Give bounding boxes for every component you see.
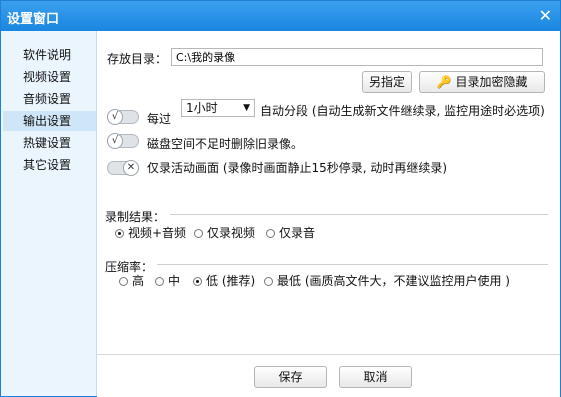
window-title: 设置窗口 (7, 12, 60, 27)
active-only-toggle[interactable]: ✕ (107, 160, 139, 176)
cancel-button[interactable]: 取消 (339, 366, 412, 388)
radio-checked-icon (193, 277, 202, 286)
radio-compression-lowest[interactable]: 最低 (画质高文件大，不建议监控用户使用 ) (264, 272, 510, 289)
delete-old-toggle[interactable]: √ (107, 133, 139, 149)
auto-split-description: 自动分段 (自动生成新文件继续录, 监控用途时必选项) (260, 104, 545, 118)
checkmark-icon: √ (107, 109, 123, 125)
radio-checked-icon (115, 229, 124, 238)
close-icon[interactable]: ✕ (539, 6, 552, 25)
record-result-divider (170, 214, 548, 215)
sidebar-item-other-settings[interactable]: 其它设置 (3, 155, 96, 175)
encrypt-dir-label: 目录加密隐藏 (455, 75, 528, 89)
title-bar[interactable]: 设置窗口 ✕ (1, 1, 560, 31)
delete-old-label: 磁盘空间不足时删除旧录像。 (147, 137, 304, 151)
sidebar-item-video-settings[interactable]: 视频设置 (3, 67, 96, 87)
auto-split-toggle[interactable]: √ (107, 109, 139, 125)
save-dir-label: 存放目录： (107, 52, 168, 66)
sidebar-item-hotkey-settings[interactable]: 热键设置 (3, 133, 96, 153)
radio-unchecked-icon (155, 277, 164, 286)
key-icon: 🔑 (436, 75, 452, 89)
radio-compression-low[interactable]: 低 (推荐) (193, 272, 255, 289)
record-result-title: 录制结果： (105, 210, 166, 224)
radio-unchecked-icon (266, 229, 275, 238)
compression-divider (157, 264, 548, 265)
sidebar-item-audio-settings[interactable]: 音频设置 (3, 89, 96, 109)
encrypt-dir-button[interactable]: 🔑 目录加密隐藏 (419, 71, 545, 93)
radio-video-audio[interactable]: 视频+音频 (115, 224, 186, 241)
dialog-footer: 保存 取消 (97, 354, 560, 397)
settings-window: 设置窗口 ✕ 软件说明 视频设置 音频设置 输出设置 热键设置 其它设置 存放目… (0, 0, 561, 397)
active-only-label: 仅录活动画面 (录像时画面静止15秒停录, 动时再继续录) (147, 161, 448, 175)
split-interval-value: 1小时 (186, 101, 218, 115)
radio-audio-only[interactable]: 仅录音 (266, 224, 315, 241)
sidebar-item-software-info[interactable]: 软件说明 (3, 45, 96, 65)
chevron-down-icon: ▼ (243, 103, 250, 113)
sidebar-item-output-settings[interactable]: 输出设置 (3, 111, 96, 131)
checkmark-icon: √ (107, 133, 123, 149)
sidebar: 软件说明 视频设置 音频设置 输出设置 热键设置 其它设置 (1, 31, 97, 396)
every-label: 每过 (147, 112, 172, 126)
radio-compression-medium[interactable]: 中 (155, 272, 180, 289)
cross-icon: ✕ (123, 160, 139, 176)
radio-unchecked-icon (119, 277, 128, 286)
output-settings-panel: 存放目录： 另指定 🔑目录加密隐藏 √ 每过 1小时 ▼ 自动分段 (自动生成新… (97, 31, 560, 354)
radio-compression-high[interactable]: 高 (119, 272, 144, 289)
save-button[interactable]: 保存 (254, 366, 327, 388)
save-dir-input[interactable] (171, 48, 543, 66)
radio-video-only[interactable]: 仅录视频 (194, 224, 255, 241)
radio-unchecked-icon (194, 229, 203, 238)
radio-unchecked-icon (264, 277, 273, 286)
specify-dir-button[interactable]: 另指定 (362, 71, 412, 93)
split-interval-select[interactable]: 1小时 ▼ (181, 99, 255, 117)
